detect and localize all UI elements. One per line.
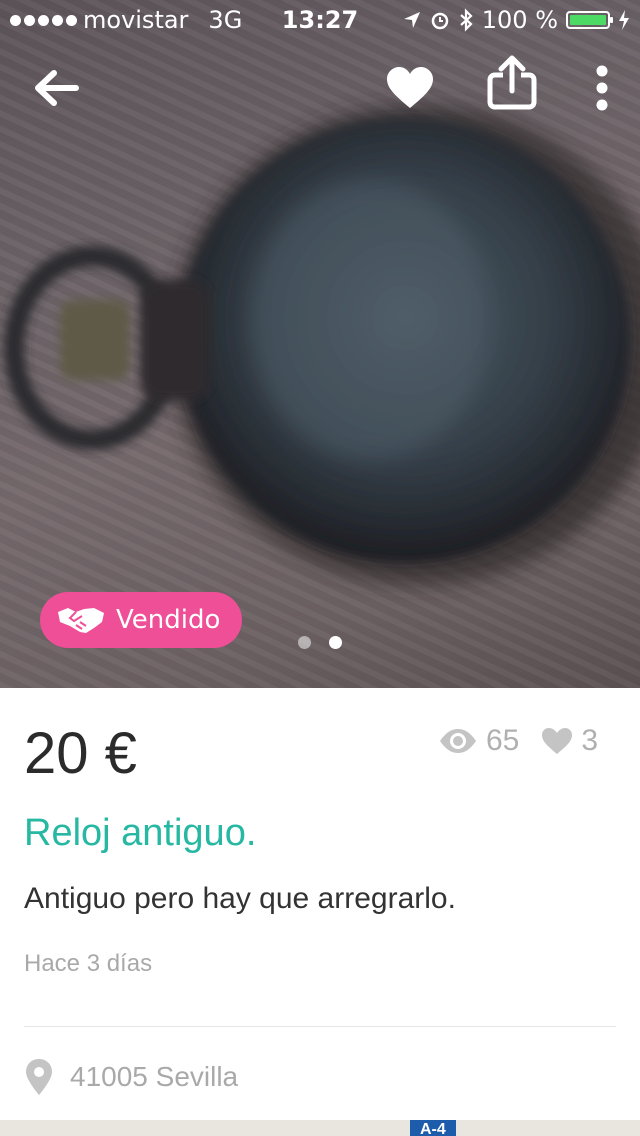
heart-icon bbox=[387, 67, 433, 108]
views-stat: 65 bbox=[438, 724, 519, 758]
status-bar: movistar 3G 13:27 100 % bbox=[0, 0, 640, 40]
handshake-icon bbox=[58, 608, 104, 633]
sold-badge: Vendido bbox=[40, 592, 243, 648]
charging-icon bbox=[619, 10, 629, 30]
product-title: Reloj antiguo. bbox=[24, 812, 257, 854]
favorite-button[interactable] bbox=[380, 58, 440, 118]
product-location[interactable]: 41005 Sevilla bbox=[24, 1058, 238, 1096]
divider bbox=[24, 1026, 616, 1027]
views-count: 65 bbox=[485, 724, 520, 757]
product-detail-screen: movistar 3G 13:27 100 % Vendido 20 € 65 … bbox=[0, 0, 640, 1136]
location-pin-icon bbox=[26, 1059, 52, 1095]
product-price: 20 € bbox=[24, 721, 137, 786]
battery-percent: 100 % bbox=[481, 6, 558, 34]
battery-icon bbox=[566, 11, 613, 29]
more-options-button[interactable] bbox=[580, 58, 624, 118]
location-map[interactable]: A-4 bbox=[0, 1120, 640, 1136]
location-label: 41005 Sevilla bbox=[70, 1061, 239, 1092]
alarm-icon bbox=[431, 12, 448, 30]
sold-label: Vendido bbox=[116, 605, 221, 635]
likes-count: 3 bbox=[581, 724, 598, 757]
likes-stat: 3 bbox=[541, 724, 598, 758]
pager-dot-active[interactable] bbox=[329, 636, 342, 649]
bluetooth-icon bbox=[460, 8, 473, 32]
share-icon bbox=[487, 55, 537, 110]
product-description: Antiguo pero hay que arregrarlo. bbox=[24, 882, 456, 915]
product-stats: 65 3 bbox=[438, 724, 598, 758]
more-vertical-icon bbox=[596, 65, 608, 111]
back-button[interactable] bbox=[26, 58, 86, 118]
share-button[interactable] bbox=[482, 50, 542, 116]
product-details: 20 € 65 3 Reloj antiguo. Antiguo pero ha… bbox=[0, 688, 640, 1136]
top-action-bar bbox=[0, 50, 640, 120]
map-road-sign: A-4 bbox=[410, 1120, 456, 1136]
photo-pager[interactable] bbox=[298, 636, 342, 649]
pager-dot[interactable] bbox=[298, 636, 311, 649]
heart-small-icon bbox=[542, 728, 573, 754]
back-arrow-icon bbox=[35, 70, 79, 106]
location-arrow-icon bbox=[403, 12, 420, 28]
posted-time: Hace 3 días bbox=[24, 950, 153, 977]
eye-icon bbox=[439, 729, 476, 753]
product-photo[interactable]: movistar 3G 13:27 100 % Vendido bbox=[0, 0, 640, 688]
